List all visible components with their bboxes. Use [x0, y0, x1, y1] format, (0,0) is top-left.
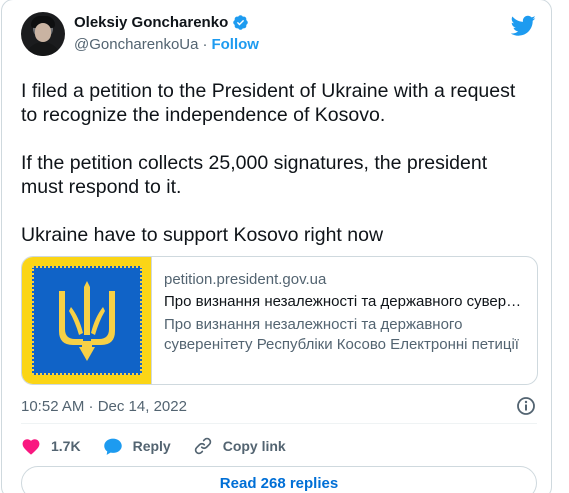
tweet-paragraph: Ukraine have to support Kosovo right now [21, 224, 384, 246]
author-name-row: Oleksiy Goncharenko [74, 14, 249, 31]
speech-bubble-icon [103, 438, 122, 455]
link-preview-body: petition.president.gov.ua Про визнання н… [152, 257, 537, 384]
read-replies-button[interactable]: Read 268 replies [21, 466, 537, 493]
like-count: 1.7K [51, 438, 81, 454]
avatar-face [35, 23, 51, 42]
link-title: Про визнання незалежності та державного … [164, 293, 525, 310]
copy-link-button[interactable]: Copy link [193, 436, 286, 456]
info-icon[interactable] [516, 396, 536, 416]
action-bar: 1.7K Reply Copy link [21, 436, 308, 456]
tweet-text: I filed a petition to the President of U… [21, 79, 541, 247]
handle-separator: · [202, 36, 208, 53]
copy-link-label: Copy link [222, 438, 286, 454]
link-description: Про визнання незалежності та державного … [164, 316, 519, 353]
tweet-paragraph: I filed a petition to the President of U… [21, 80, 516, 126]
avatar-body [25, 42, 61, 56]
heart-icon [22, 439, 40, 455]
tweet-timestamp[interactable]: 10:52 AM · Dec 14, 2022 [21, 398, 187, 415]
tweet-card: Oleksiy Goncharenko @GoncharenkoUa · Fol… [1, 0, 552, 493]
read-replies-label: Read 268 replies [219, 474, 339, 492]
link-icon [194, 437, 211, 455]
author-handle-row: @GoncharenkoUa · Follow [74, 36, 259, 53]
divider [21, 423, 537, 424]
verified-icon [232, 14, 249, 31]
follow-button[interactable]: Follow [211, 36, 259, 53]
author-avatar[interactable] [21, 12, 65, 56]
twitter-bird-icon[interactable] [510, 15, 536, 37]
link-domain: petition.president.gov.ua [164, 271, 327, 288]
link-thumbnail [22, 257, 152, 384]
tweet-paragraph: If the petition collects 25,000 signatur… [21, 152, 488, 198]
link-preview-card[interactable]: petition.president.gov.ua Про визнання н… [21, 256, 538, 385]
author-handle[interactable]: @GoncharenkoUa [74, 36, 198, 53]
like-button[interactable]: 1.7K [21, 437, 81, 455]
reply-label: Reply [132, 438, 171, 454]
reply-button[interactable]: Reply [103, 437, 171, 456]
author-name[interactable]: Oleksiy Goncharenko [74, 14, 228, 31]
trident-icon [59, 281, 115, 361]
